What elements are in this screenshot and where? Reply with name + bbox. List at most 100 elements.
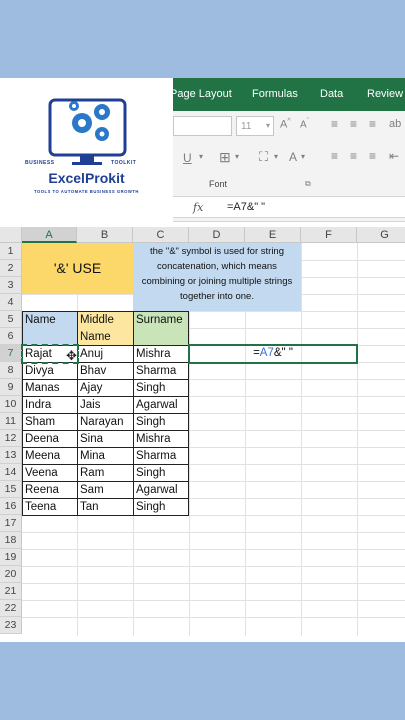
row-header[interactable]: 2 <box>0 260 22 277</box>
column-header-e[interactable]: E <box>245 227 301 243</box>
active-cell-formula[interactable]: =A7&" " <box>189 345 357 362</box>
row-header[interactable]: 3 <box>0 277 22 294</box>
fx-icon[interactable]: fx <box>193 201 203 214</box>
cell-surname[interactable]: Singh <box>133 464 189 482</box>
row-header[interactable]: 4 <box>0 294 22 311</box>
decrease-font-icon[interactable]: Aˇ <box>300 118 309 130</box>
cell-name[interactable]: Deena <box>22 430 78 448</box>
cell-name[interactable]: Indra <box>22 396 78 414</box>
cell-middle[interactable]: Ram <box>77 464 134 482</box>
cell-name[interactable]: Manas <box>22 379 78 397</box>
cell-middle[interactable]: Sam <box>77 481 134 499</box>
header-name[interactable]: Name <box>22 311 78 346</box>
align-bottom-icon[interactable]: ≡ <box>369 117 376 131</box>
cell-surname[interactable]: Mishra <box>133 345 189 363</box>
cell-name[interactable]: Reena <box>22 481 78 499</box>
cell-surname[interactable]: Singh <box>133 379 189 397</box>
cell-name[interactable]: Meena <box>22 447 78 465</box>
cell-surname[interactable]: Singh <box>133 413 189 431</box>
font-color-icon[interactable]: A <box>289 150 297 164</box>
row-header[interactable]: 7 <box>0 345 22 362</box>
formula-bar[interactable]: fx =A7&" " <box>173 196 405 218</box>
app-frame: Page Layout Formulas Data Review 11 ▾ A^… <box>0 78 405 642</box>
font-size-value: 11 <box>241 121 252 132</box>
row-header[interactable]: 6 <box>0 328 22 345</box>
column-header-a[interactable]: A <box>22 227 77 243</box>
row-header[interactable]: 8 <box>0 362 22 379</box>
chevron-down-icon[interactable]: ▾ <box>274 152 278 161</box>
chevron-down-icon[interactable]: ▾ <box>301 152 305 161</box>
row-header[interactable]: 22 <box>0 600 22 617</box>
column-header-d[interactable]: D <box>189 227 245 243</box>
fill-color-icon[interactable]: ⛶ <box>259 149 268 165</box>
tab-formulas[interactable]: Formulas <box>252 88 298 100</box>
indent-icon[interactable]: ⇤ <box>389 149 399 163</box>
row-header[interactable]: 12 <box>0 430 22 447</box>
tab-review[interactable]: Review <box>367 88 403 100</box>
row-header[interactable]: 23 <box>0 617 22 634</box>
chevron-down-icon[interactable]: ▾ <box>199 152 203 161</box>
cell-surname[interactable]: Agarwal <box>133 396 189 414</box>
row-header[interactable]: 9 <box>0 379 22 396</box>
font-name-box[interactable] <box>173 116 232 136</box>
row-header[interactable]: 15 <box>0 481 22 498</box>
column-header-g[interactable]: G <box>357 227 405 243</box>
cell-name[interactable]: Veena <box>22 464 78 482</box>
title-cell[interactable]: '&' USE <box>22 243 133 294</box>
cell-name[interactable]: Sham <box>22 413 78 431</box>
formula-input[interactable]: =A7&" " <box>227 201 265 213</box>
row-header[interactable]: 17 <box>0 515 22 532</box>
column-header-b[interactable]: B <box>77 227 133 243</box>
column-header-c[interactable]: C <box>133 227 189 243</box>
row-header[interactable]: 16 <box>0 498 22 515</box>
cell-surname[interactable]: Mishra <box>133 430 189 448</box>
cell-middle[interactable]: Anuj <box>77 345 134 363</box>
row-header[interactable]: 10 <box>0 396 22 413</box>
cell-name[interactable]: Divya <box>22 362 78 380</box>
align-right-icon[interactable]: ≡ <box>369 149 376 163</box>
header-surname[interactable]: Surname <box>133 311 189 346</box>
select-all-corner[interactable] <box>0 227 22 243</box>
cell-middle[interactable]: Ajay <box>77 379 134 397</box>
chevron-down-icon[interactable]: ▾ <box>266 121 270 130</box>
row-header[interactable]: 21 <box>0 583 22 600</box>
align-left-icon[interactable]: ≡ <box>331 149 338 163</box>
note-cell[interactable]: the "&" symbol is used for string concat… <box>133 243 301 311</box>
cell-surname[interactable]: Agarwal <box>133 481 189 499</box>
dialog-launcher-icon[interactable]: ⧉ <box>305 179 311 189</box>
chevron-down-icon[interactable]: ▾ <box>235 152 239 161</box>
formula-ref: A7 <box>259 347 274 359</box>
tab-page-layout[interactable]: Page Layout <box>170 88 232 100</box>
header-middle-name[interactable]: Middle Name <box>77 311 134 346</box>
row-header[interactable]: 1 <box>0 243 22 260</box>
row-header[interactable]: 19 <box>0 549 22 566</box>
column-header-f[interactable]: F <box>301 227 357 243</box>
borders-icon[interactable]: ⊞ <box>219 149 231 166</box>
cell-surname[interactable]: Singh <box>133 498 189 516</box>
orientation-icon[interactable]: ab <box>389 118 401 130</box>
font-size-box[interactable]: 11 ▾ <box>236 116 274 136</box>
cell-surname[interactable]: Sharma <box>133 362 189 380</box>
row-header[interactable]: 13 <box>0 447 22 464</box>
row-header[interactable]: 5 <box>0 311 22 328</box>
cell-middle[interactable]: Bhav <box>77 362 134 380</box>
cell-name[interactable]: Teena <box>22 498 78 516</box>
cell-middle[interactable]: Narayan <box>77 413 134 431</box>
align-middle-icon[interactable]: ≡ <box>350 117 357 131</box>
cell-surname[interactable]: Sharma <box>133 447 189 465</box>
align-center-icon[interactable]: ≡ <box>350 149 357 163</box>
increase-font-icon[interactable]: A^ <box>280 118 291 131</box>
underline-icon[interactable]: U <box>183 151 192 165</box>
row-header[interactable]: 14 <box>0 464 22 481</box>
font-group-label: Font <box>209 179 228 189</box>
cell-middle[interactable]: Sina <box>77 430 134 448</box>
cell-middle[interactable]: Mina <box>77 447 134 465</box>
gridline <box>301 243 302 636</box>
row-header[interactable]: 18 <box>0 532 22 549</box>
cell-middle[interactable]: Tan <box>77 498 134 516</box>
align-top-icon[interactable]: ≡ <box>331 117 338 131</box>
row-header[interactable]: 20 <box>0 566 22 583</box>
row-header[interactable]: 11 <box>0 413 22 430</box>
cell-middle[interactable]: Jais <box>77 396 134 414</box>
tab-data[interactable]: Data <box>320 88 343 100</box>
